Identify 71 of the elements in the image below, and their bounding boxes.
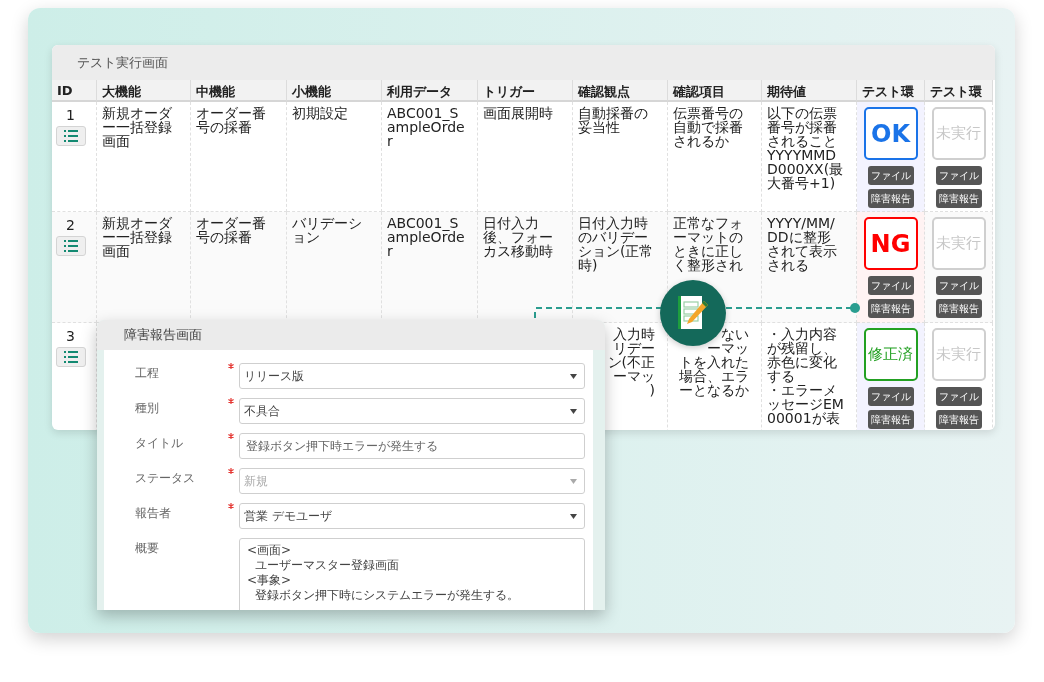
text-fragment: ーとなるか bbox=[679, 383, 749, 397]
field-label: タイトル bbox=[135, 435, 184, 452]
list-item-text: ・入力内容が残留し、赤色に変化する bbox=[767, 327, 838, 383]
row-number: 1 bbox=[66, 108, 75, 122]
result-status: OK bbox=[863, 107, 918, 160]
caret-icon bbox=[570, 478, 577, 484]
column-header: 小機能 bbox=[287, 80, 382, 102]
select-field[interactable]: リリース版 bbox=[239, 363, 585, 389]
list-icon bbox=[63, 130, 78, 142]
table-cell: オーダー番号の採番 bbox=[191, 212, 287, 323]
details-button[interactable] bbox=[55, 347, 86, 367]
column-header: 中機能 bbox=[191, 80, 287, 102]
select-field[interactable]: 営業 デモユーザ bbox=[239, 503, 585, 529]
caret-icon bbox=[570, 373, 577, 379]
list-icon bbox=[63, 351, 78, 363]
details-button[interactable] bbox=[55, 236, 86, 256]
table-cell: 新規オーダー一括登録画面 bbox=[97, 212, 191, 323]
column-header: 利用データ bbox=[382, 80, 478, 102]
list-icon bbox=[63, 240, 78, 252]
result-status: NG bbox=[863, 217, 918, 270]
field-label: 工程 bbox=[135, 365, 160, 382]
column-header: 期待値 bbox=[762, 80, 857, 102]
report-button[interactable]: 障害報告 bbox=[867, 189, 914, 208]
table-cell: YYYY/MM/DDに整形されて表示される bbox=[762, 212, 857, 323]
field-label: 報告者 bbox=[135, 505, 172, 522]
column-header: 確認観点 bbox=[573, 80, 668, 102]
text-fragment: ) bbox=[649, 383, 655, 397]
field-label: 概要 bbox=[135, 540, 160, 557]
text-fragment: トを入れた bbox=[679, 355, 749, 369]
text-fragment: ーマッ bbox=[707, 341, 749, 355]
list-item-text: ・エラーメッセージEM00001が表 bbox=[767, 383, 844, 425]
screen-title: テスト実行画面 bbox=[77, 53, 168, 72]
details-button[interactable] bbox=[55, 126, 86, 146]
text-fragment: ーマッ bbox=[613, 369, 655, 383]
field-label: ステータス bbox=[135, 470, 196, 487]
file-button[interactable]: ファイル bbox=[867, 387, 914, 406]
text-fragment: 場合、エラ bbox=[679, 369, 749, 383]
file-button[interactable]: ファイル bbox=[867, 166, 914, 185]
result-status: 修正済 bbox=[863, 328, 918, 381]
report-button[interactable]: 障害報告 bbox=[867, 299, 914, 318]
text-fragment: ン(不正 bbox=[607, 355, 655, 369]
table-cell: 日付入力後、フォーカス移動時 bbox=[478, 212, 573, 323]
column-header: 確認項目 bbox=[668, 80, 762, 102]
summary-field[interactable]: <画面> ユーザーマスター登録画面 <事象> 登録ボタン押下時にシステムエラーが発生する。 bbox=[239, 538, 585, 610]
report-button[interactable]: 障害報告 bbox=[935, 299, 982, 318]
row-number: 3 bbox=[66, 329, 75, 343]
dialog-title: 障害報告画面 bbox=[124, 326, 202, 344]
column-header: トリガー bbox=[478, 80, 573, 102]
caret-icon bbox=[570, 408, 577, 414]
text-fragment: リデー bbox=[613, 341, 655, 355]
file-button[interactable]: ファイル bbox=[935, 276, 982, 295]
file-button[interactable]: ファイル bbox=[867, 276, 914, 295]
report-button[interactable]: 障害報告 bbox=[935, 410, 982, 429]
file-button[interactable]: ファイル bbox=[935, 166, 982, 185]
column-header: ID bbox=[52, 80, 97, 102]
column-header: テスト環 bbox=[857, 80, 925, 102]
text-fragment: ない bbox=[721, 327, 749, 341]
report-button[interactable]: 障害報告 bbox=[867, 410, 914, 429]
text-fragment: 入力時 bbox=[613, 327, 655, 341]
text-field[interactable]: 登録ボタン押下時エラーが発生する bbox=[239, 433, 585, 459]
select-field[interactable]: 不具合 bbox=[239, 398, 585, 424]
report-button[interactable]: 障害報告 bbox=[935, 189, 982, 208]
caret-icon bbox=[570, 513, 577, 519]
table-cell: バリデーション bbox=[287, 212, 382, 323]
table-cell: ABC001_SampleOrder bbox=[382, 212, 478, 323]
field-label: 種別 bbox=[135, 400, 160, 417]
column-header: テスト環 bbox=[925, 80, 993, 102]
column-header: 大機能 bbox=[97, 80, 191, 102]
file-button[interactable]: ファイル bbox=[935, 387, 982, 406]
row-number: 2 bbox=[66, 218, 75, 232]
table-cell: 日付入力時のバリデーション(正常時) bbox=[573, 212, 668, 323]
